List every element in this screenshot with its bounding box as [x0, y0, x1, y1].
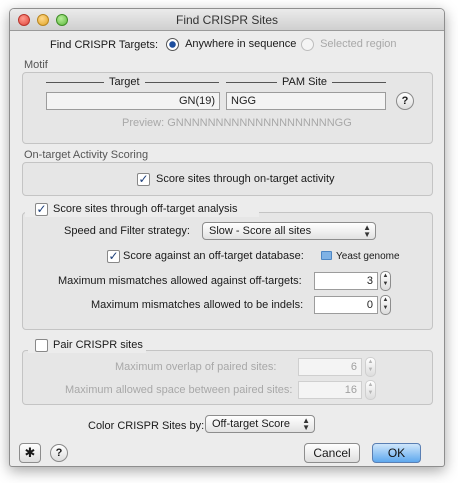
window-title: Find CRISPR Sites [175, 13, 279, 27]
on-target-label: Score sites through on-target activity [156, 173, 335, 185]
pam-header: PAM Site [277, 76, 333, 88]
mismatch-label: Maximum mismatches allowed against off-t… [58, 275, 302, 287]
on-target-checkbox[interactable]: ✓ [137, 173, 150, 186]
footer-help-button[interactable]: ? [50, 444, 68, 462]
ok-button[interactable]: OK [372, 443, 421, 463]
motif-group-label: Motif [24, 59, 48, 71]
radio-anywhere-label: Anywhere in sequence [185, 38, 297, 51]
title-bar: Find CRISPR Sites [10, 9, 444, 31]
preview-value: GNNNNNNNNNNNNNNNNNNNNGG [167, 117, 352, 129]
strategy-value: Slow - Score all sites [209, 225, 312, 237]
pair-header: Pair CRISPR sites [28, 337, 146, 353]
check-icon: ✓ [138, 172, 149, 186]
off-target-label: Score sites through off-target analysis [53, 203, 238, 215]
updown-arrow-icon: ▲ ▼ [363, 223, 371, 239]
on-target-group: ✓ Score sites through on-target activity [22, 162, 433, 196]
motif-group: Target PAM Site GN(19) NGG ? Preview: GN… [22, 72, 433, 144]
check-icon: ✓ [36, 202, 47, 216]
color-label: Color CRISPR Sites by: [88, 420, 205, 432]
updown-arrow-icon: ▲ ▼ [302, 416, 310, 432]
folder-icon [321, 251, 332, 260]
radio-selected-region-indicator[interactable] [301, 38, 314, 51]
settings-button[interactable]: ✱ [19, 443, 41, 463]
pair-label: Pair CRISPR sites [53, 339, 143, 351]
radio-anywhere[interactable]: Anywhere in sequence [166, 38, 296, 51]
radio-selected-region-label: Selected region [320, 38, 397, 51]
database-checkbox[interactable]: ✓ [107, 250, 120, 263]
off-target-header: ✓ Score sites through off-target analysi… [25, 202, 259, 217]
find-crispr-dialog: Find CRISPR Sites Find CRISPR Targets: A… [9, 8, 445, 467]
overlap-field[interactable]: 6 [298, 358, 362, 376]
check-icon: ✓ [108, 249, 119, 263]
color-value: Off-target Score [212, 418, 291, 430]
mismatch-stepper[interactable]: ▲ ▼ [380, 271, 391, 291]
overlap-stepper[interactable]: ▲ ▼ [365, 357, 376, 377]
database-label: Score against an off-target database: [123, 250, 304, 262]
target-header: Target [104, 76, 145, 88]
radio-selected-region[interactable]: Selected region [301, 38, 397, 51]
database-value[interactable]: Yeast genome [336, 251, 400, 262]
indel-label: Maximum mismatches allowed to be indels: [91, 299, 304, 311]
space-field[interactable]: 16 [298, 381, 362, 399]
pair-checkbox[interactable] [35, 339, 48, 352]
off-target-checkbox[interactable]: ✓ [35, 203, 48, 216]
gear-icon: ✱ [24, 445, 36, 460]
on-target-group-label: On-target Activity Scoring [24, 149, 149, 161]
indel-stepper[interactable]: ▲ ▼ [380, 295, 391, 315]
targets-label: Find CRISPR Targets: [50, 39, 159, 51]
preview-label: Preview: [122, 117, 165, 129]
strategy-label: Speed and Filter strategy: [64, 225, 190, 237]
target-field[interactable]: GN(19) [46, 92, 220, 110]
space-label: Maximum allowed space between paired sit… [65, 384, 293, 396]
color-popup[interactable]: Off-target Score ▲ ▼ [205, 415, 315, 433]
radio-anywhere-indicator[interactable] [166, 38, 179, 51]
cancel-button[interactable]: Cancel [304, 443, 360, 463]
overlap-label: Maximum overlap of paired sites: [115, 361, 277, 373]
indel-field[interactable]: 0 [314, 296, 378, 314]
motif-help-button[interactable]: ? [396, 92, 414, 110]
motif-preview: Preview: GNNNNNNNNNNNNNNNNNNNNGG [122, 117, 352, 129]
strategy-popup[interactable]: Slow - Score all sites ▲ ▼ [202, 222, 376, 240]
pam-field[interactable]: NGG [226, 92, 386, 110]
mismatch-field[interactable]: 3 [314, 272, 378, 290]
space-stepper[interactable]: ▲ ▼ [365, 380, 376, 400]
